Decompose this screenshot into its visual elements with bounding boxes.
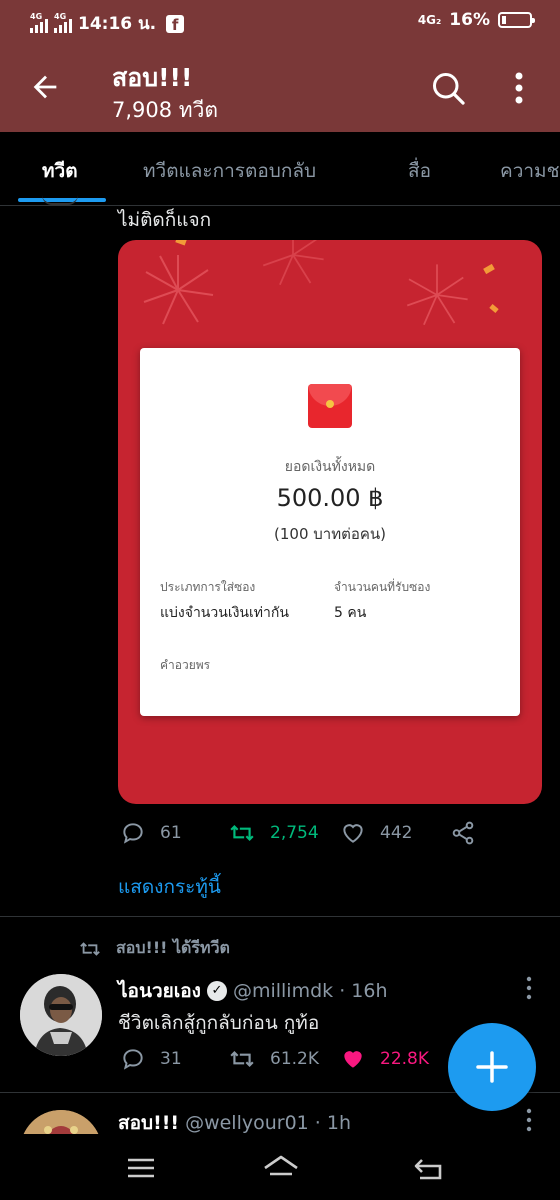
tab-tweets[interactable]: ทวีต — [42, 156, 78, 186]
confetti-decoration — [175, 240, 187, 246]
confetti-decoration — [489, 304, 499, 313]
recent-apps-icon[interactable] — [124, 1154, 158, 1182]
network-type-1: 4G — [30, 11, 43, 21]
packet-type-value: แบ่งจำนวนเงินเท่ากัน — [160, 605, 289, 621]
network-type-2: 4G — [54, 11, 67, 21]
clock: 14:16 น. — [78, 14, 157, 34]
tweet-actions: 61 2,754 442 — [0, 820, 560, 850]
show-thread-link[interactable]: แสดงกระทู้นี้ — [118, 872, 221, 902]
retweet-indicator-icon — [80, 941, 100, 956]
per-person-amount: (100 บาทต่อคน) — [274, 525, 386, 543]
heart-icon — [343, 824, 363, 843]
reply-count: 31 — [160, 1049, 182, 1069]
facebook-icon: f — [166, 14, 185, 34]
tweet-text: ไม่ติดก็แจก — [118, 209, 212, 231]
retweet-icon — [230, 1050, 254, 1068]
plus-icon — [476, 1051, 508, 1083]
like-button[interactable]: 22.8K — [340, 1046, 429, 1072]
confetti-decoration — [483, 263, 495, 275]
retweet-button[interactable]: 2,754 — [228, 820, 319, 846]
like-button[interactable]: 442 — [340, 820, 412, 846]
tweet-count: 7,908 ทวีต — [112, 98, 219, 122]
reply-icon — [123, 823, 143, 844]
retweet-icon — [230, 824, 254, 842]
tab-media[interactable]: สื่อ — [408, 156, 431, 186]
retweeted-by-text: สอบ!!! ได้รีทวีต — [116, 938, 230, 957]
tab-tweets-and-replies[interactable]: ทวีตและการตอบกลับ — [143, 156, 316, 186]
total-amount-label: ยอดเงินทั้งหมด — [284, 459, 376, 475]
red-envelope-icon — [308, 384, 352, 428]
display-name[interactable]: ไอนวยเอง — [118, 976, 201, 1006]
reply-button[interactable]: 61 — [120, 820, 182, 846]
red-packet-card: ยอดเงินทั้งหมด 500.00 ฿ (100 บาทต่อคน) ป… — [140, 348, 520, 716]
tweet-author-line: ไอนวยเอง ✓ @millimdk · 16h — [118, 976, 388, 1006]
like-count: 22.8K — [380, 1049, 429, 1069]
verified-badge-icon: ✓ — [206, 981, 227, 1001]
battery-icon — [498, 12, 535, 28]
more-options-icon[interactable] — [508, 68, 530, 108]
back-arrow-icon[interactable] — [28, 70, 62, 104]
back-nav-icon[interactable] — [412, 1154, 446, 1182]
avatar[interactable] — [42, 195, 78, 205]
packet-type-label: ประเภทการใส่ซอง — [160, 580, 256, 594]
retweet-count: 2,754 — [270, 823, 319, 843]
retweet-count: 61.2K — [270, 1049, 319, 1069]
signal-icon: 4G — [30, 11, 48, 33]
recipients-value: 5 คน — [334, 605, 367, 621]
profile-title: สอบ!!! — [112, 63, 193, 92]
tweet-text: ชีวิตเลิกสู้กูกลับก่อน กูท้อ — [118, 1012, 320, 1034]
tab-likes[interactable]: ความช — [500, 156, 559, 186]
firework-decoration — [406, 264, 468, 326]
tweet-image-red-packet[interactable]: ยอดเงินทั้งหมด 500.00 ฿ (100 บาทต่อคน) ป… — [118, 240, 542, 804]
blessing-label: คำอวยพร — [160, 658, 211, 672]
profile-header: สอบ!!! 7,908 ทวีต — [0, 44, 560, 132]
avatar[interactable] — [20, 974, 102, 1056]
home-icon[interactable] — [262, 1154, 300, 1182]
battery-percent: 16% — [449, 10, 490, 30]
status-bar: 4G 4G 14:16 น. f 4G₂ 16% — [0, 0, 560, 44]
reply-button[interactable]: 31 — [120, 1046, 182, 1072]
compose-tweet-button[interactable] — [448, 1023, 536, 1111]
search-icon[interactable] — [430, 70, 466, 106]
battery-level — [502, 16, 506, 24]
reply-icon — [123, 1049, 143, 1070]
handle-and-time: @wellyour01 · 1h — [185, 1112, 352, 1134]
share-button[interactable] — [450, 820, 476, 846]
retweeted-by-line: สอบ!!! ได้รีทวีต — [78, 936, 230, 961]
heart-filled-icon — [344, 1051, 362, 1068]
handle-and-time: @millimdk · 16h — [232, 980, 388, 1002]
share-icon — [452, 821, 474, 845]
retweet-button[interactable]: 61.2K — [228, 1046, 319, 1072]
recipients-label: จำนวนคนที่รับซอง — [334, 580, 431, 594]
like-count: 442 — [380, 823, 413, 843]
firework-decoration — [143, 255, 214, 325]
tweet-divider — [0, 916, 560, 917]
system-navigation-bar — [0, 1134, 560, 1200]
firework-decoration — [262, 240, 324, 286]
signal-icon-2: 4G — [54, 11, 72, 33]
tweet-menu-icon[interactable] — [526, 1108, 532, 1132]
total-amount: 500.00 ฿ — [276, 484, 384, 512]
avatar-image — [20, 974, 102, 1056]
profile-tabs: ทวีต ทวีตและการตอบกลับ สื่อ ความช — [0, 132, 560, 206]
network-right: 4G₂ — [417, 13, 442, 27]
tweet-menu-icon[interactable] — [526, 976, 532, 1000]
reply-count: 61 — [160, 823, 182, 843]
